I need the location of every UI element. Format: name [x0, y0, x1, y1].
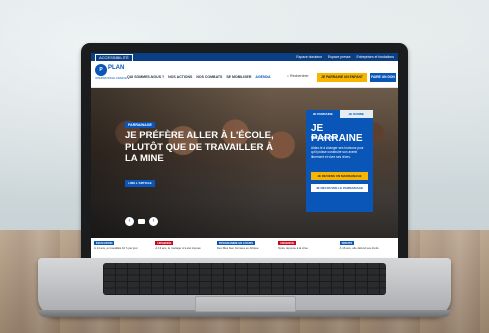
- discover-sponsorship-button[interactable]: JE DÉCOUVRE LE PARRAINAGE: [311, 184, 368, 192]
- news-tag: PROGRAMME EN COURS: [216, 241, 256, 245]
- tab-donate[interactable]: JE DONNE: [339, 110, 373, 118]
- link-companies[interactable]: Entreprises et fondations: [356, 54, 394, 60]
- news-item[interactable]: PROGRAMME EN COURS Des filles bien formé…: [214, 238, 275, 258]
- prev-slide-icon[interactable]: ‹: [125, 217, 134, 226]
- panel-title: JE PARRAINE: [311, 123, 363, 144]
- site-header: P PLAN INTERNATIONAL FRANCE QUI SOMMES-N…: [91, 61, 398, 88]
- news-tag: URGENCE: [278, 241, 297, 245]
- hero-tag: PARRAINAGE: [125, 122, 155, 128]
- become-sponsor-button[interactable]: JE DEVIENS UN MARRAINAGE: [311, 172, 368, 180]
- utility-links: Espace donateur Espace presse Entreprise…: [296, 54, 394, 60]
- nav-item-actions[interactable]: NOS ACTIONS: [168, 75, 192, 79]
- panel-subtitle: UN ENFANT: [311, 135, 337, 140]
- sponsor-child-button[interactable]: JE PARRAINE UN ENFANT: [317, 73, 367, 82]
- link-press-space[interactable]: Espace presse: [328, 54, 350, 60]
- hero-title: JE PRÉFÈRE ALLER À L'ÉCOLE, PLUTÔT QUE D…: [125, 130, 274, 164]
- next-slide-icon[interactable]: ›: [149, 217, 158, 226]
- news-tag: URGENCE: [155, 241, 174, 245]
- keyboard: [103, 263, 386, 295]
- main-nav: QUI SOMMES-NOUS ? NOS ACTIONS NOS COMBAT…: [127, 75, 271, 79]
- logo-badge-icon: P: [95, 64, 107, 76]
- panel-tabs: JE PARRAINE JE DONNE: [306, 110, 373, 118]
- sponsorship-panel: JE PARRAINE JE DONNE JE PARRAINE UN ENFA…: [306, 110, 373, 212]
- tab-sponsor[interactable]: JE PARRAINE: [306, 110, 340, 118]
- donate-button[interactable]: FAIRE UN DON: [370, 73, 396, 82]
- news-item[interactable]: DROITS À 16 ans, elle défend ses droits: [337, 238, 398, 258]
- search-label: Rechercher: [290, 74, 309, 78]
- trackpad: [195, 296, 296, 312]
- read-article-button[interactable]: LIRE L'ARTICLE: [125, 180, 155, 187]
- news-item[interactable]: URGENCE Notre réponse à la crise: [275, 238, 336, 258]
- nav-item-mobilize[interactable]: SE MOBILISER: [226, 75, 251, 79]
- link-donor-space[interactable]: Espace donateur: [296, 54, 322, 60]
- news-tag: DROITS: [339, 241, 355, 245]
- news-text: À 14 ans, je travaillais 10 h par jour: [94, 246, 138, 250]
- nav-item-agenda[interactable]: AGENDA: [255, 75, 270, 79]
- news-text: À 16 ans, elle défend ses droits: [339, 246, 379, 250]
- logo-name: PLAN: [108, 65, 125, 71]
- panel-body: Aidez-le à changer ses horizons pour qu'…: [311, 146, 364, 159]
- logo-tagline: INTERNATIONAL FRANCE: [95, 77, 127, 80]
- news-tag: ÉDUCATION: [94, 241, 115, 245]
- utility-bar: ACCESSIBILITÉ Espace donateur Espace pre…: [91, 53, 398, 62]
- news-text: Des filles bien formées en Afrique: [216, 246, 259, 250]
- news-text: Notre réponse à la crise: [278, 246, 308, 250]
- nav-item-combats[interactable]: NOS COMBATS: [196, 75, 222, 79]
- search-button[interactable]: ⌕ Rechercher: [287, 74, 309, 78]
- news-strip: ÉDUCATION À 14 ans, je travaillais 10 h …: [91, 238, 398, 258]
- news-text: À 13 ans, le mariage m'a été imposé: [155, 246, 201, 250]
- search-icon: ⌕: [287, 74, 290, 78]
- pause-icon[interactable]: [138, 219, 145, 224]
- news-item[interactable]: ÉDUCATION À 14 ans, je travaillais 10 h …: [91, 238, 152, 258]
- nav-item-about[interactable]: QUI SOMMES-NOUS ?: [127, 75, 164, 79]
- plan-logo[interactable]: P PLAN INTERNATIONAL FRANCE: [95, 64, 127, 82]
- hero-banner: PARRAINAGE JE PRÉFÈRE ALLER À L'ÉCOLE, P…: [91, 88, 398, 238]
- laptop-screen: ACCESSIBILITÉ Espace donateur Espace pre…: [91, 53, 398, 258]
- news-item[interactable]: URGENCE À 13 ans, le mariage m'a été imp…: [152, 238, 213, 258]
